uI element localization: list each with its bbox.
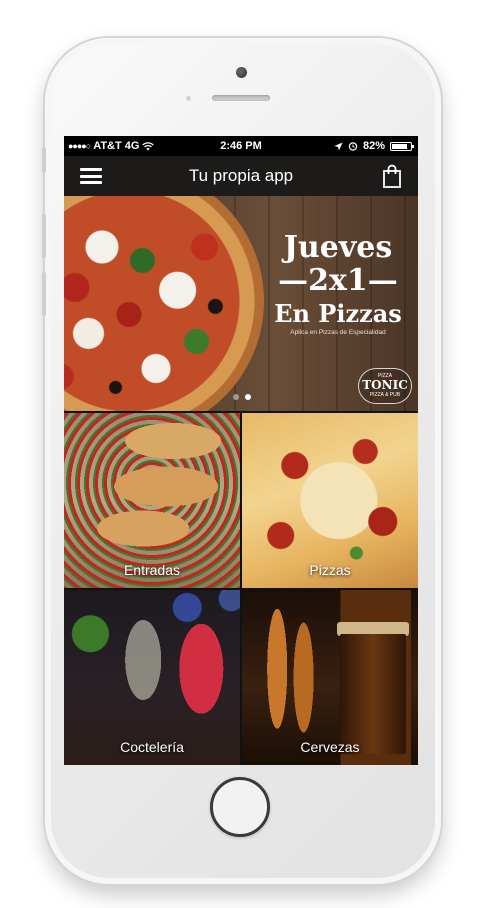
pager-dot[interactable]	[245, 394, 251, 400]
promo-text: Jueves —2x1— En Pizzas Aplica en Pizzas …	[260, 230, 416, 337]
battery-percent: 82%	[362, 140, 385, 152]
carousel-pager[interactable]	[233, 394, 251, 400]
category-grid: Entradas Pizzas Coctelería Cervezas	[64, 413, 418, 765]
category-label: Cervezas	[300, 739, 360, 755]
volume-down-button	[42, 272, 46, 316]
status-bar: ●●●●○ AT&T 4G 2:46 PM 82%	[64, 136, 418, 156]
battery-level	[392, 143, 407, 149]
battery-icon	[390, 141, 414, 151]
volume-up-button	[42, 214, 46, 258]
navigation-bar: Tu propia app	[64, 156, 418, 196]
location-arrow-icon	[334, 141, 343, 151]
category-tile-entradas[interactable]: Entradas	[64, 413, 240, 588]
alarm-icon	[348, 142, 358, 151]
category-label: Entradas	[123, 562, 181, 578]
shopping-bag-icon[interactable]	[382, 164, 402, 188]
category-tile-cervezas[interactable]: Cervezas	[242, 590, 418, 765]
app-screen: ●●●●○ AT&T 4G 2:46 PM 82% Tu propia app …	[64, 136, 418, 765]
front-camera	[236, 67, 247, 78]
pizza-image	[64, 196, 264, 411]
earpiece-speaker	[212, 95, 270, 101]
category-label: Coctelería	[120, 739, 184, 755]
promo-offer: —2x1—	[278, 263, 398, 298]
brand-logo: PIZZA TONIC PIZZA & PUB	[358, 368, 412, 404]
proximity-sensor	[186, 96, 191, 101]
logo-bottom-text: PIZZA & PUB	[369, 392, 401, 398]
beer-glass	[340, 634, 406, 754]
promo-subtitle: Aplica en Pizzas de Especialidad	[290, 329, 386, 336]
category-label: Pizzas	[309, 562, 351, 578]
logo-brand-text: TONIC	[362, 378, 408, 392]
promo-banner[interactable]: Jueves —2x1— En Pizzas Aplica en Pizzas …	[64, 196, 418, 411]
promo-product: En Pizzas	[274, 299, 402, 328]
pager-dot[interactable]	[233, 394, 239, 400]
home-button[interactable]	[210, 777, 270, 837]
app-title: Tu propia app	[188, 166, 294, 185]
promo-day: Jueves	[283, 230, 393, 265]
mute-switch	[42, 147, 46, 173]
category-tile-cocteleria[interactable]: Coctelería	[64, 590, 240, 765]
category-tile-pizzas[interactable]: Pizzas	[242, 413, 418, 588]
